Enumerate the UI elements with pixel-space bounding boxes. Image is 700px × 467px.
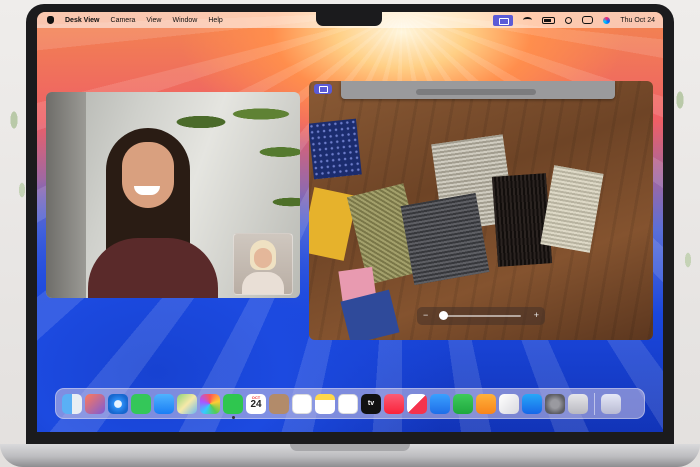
- app-store-icon[interactable]: [522, 393, 542, 414]
- messages-icon[interactable]: [131, 393, 151, 414]
- safari-icon[interactable]: [108, 393, 128, 414]
- iphone-mirroring-icon[interactable]: [499, 393, 519, 414]
- desk-view-icon[interactable]: [314, 84, 332, 94]
- menu-bar-clock[interactable]: Thu Oct 24: [620, 17, 655, 24]
- camera-in-use-icon[interactable]: [493, 14, 514, 26]
- apple-tv-icon[interactable]: tv: [361, 393, 381, 414]
- battery-icon[interactable]: [542, 16, 556, 24]
- news-icon[interactable]: [407, 393, 427, 414]
- zoom-knob[interactable]: [438, 311, 448, 320]
- laptop-base-notch: [290, 444, 410, 451]
- dock-separator: [594, 392, 595, 415]
- notes-icon[interactable]: [315, 393, 335, 414]
- zoom-track[interactable]: [439, 315, 521, 317]
- zoom-slider[interactable]: − +: [417, 307, 545, 325]
- launchpad-icon[interactable]: [85, 393, 105, 414]
- participant-face: [122, 142, 174, 208]
- keynote-icon[interactable]: [430, 393, 450, 414]
- remote-participant-video: [88, 128, 218, 298]
- facetime-window[interactable]: [46, 92, 300, 298]
- freeform-icon[interactable]: [338, 393, 358, 414]
- self-view-pip[interactable]: [233, 233, 293, 295]
- reminders-icon[interactable]: [292, 393, 312, 414]
- black-fabric-swatch: [491, 173, 553, 267]
- running-indicator: [232, 415, 235, 419]
- numbers-icon[interactable]: [453, 393, 473, 414]
- calendar-day: 24: [250, 398, 262, 410]
- facetime-dock-slot: [223, 393, 243, 419]
- screen: Desk View Camera View Window Help Thu Oc…: [37, 12, 663, 432]
- menu-window[interactable]: Window: [172, 17, 197, 24]
- photos-icon[interactable]: [200, 393, 220, 414]
- camera-notch: [316, 12, 382, 26]
- spotlight-search-icon[interactable]: [565, 16, 573, 24]
- menu-view[interactable]: View: [146, 17, 161, 24]
- maps-icon[interactable]: [177, 393, 197, 414]
- preview-icon[interactable]: [568, 393, 588, 414]
- apple-menu-icon[interactable]: [47, 16, 54, 24]
- dock: OCT 24 tv: [55, 388, 645, 419]
- zoom-out-button[interactable]: −: [423, 310, 428, 320]
- wifi-icon[interactable]: [523, 17, 533, 23]
- menu-help[interactable]: Help: [208, 17, 222, 24]
- background-wall: [46, 92, 86, 298]
- pages-icon[interactable]: [476, 393, 496, 414]
- self-view-face: [254, 248, 272, 268]
- zoom-in-button[interactable]: +: [534, 310, 539, 320]
- menu-app-name[interactable]: Desk View: [65, 17, 100, 24]
- desk-view-window[interactable]: − +: [309, 81, 653, 340]
- trash-icon[interactable]: [601, 393, 621, 414]
- gray-fabric-swatch: [400, 193, 490, 285]
- apple-tv-label: tv: [367, 400, 375, 407]
- system-settings-icon[interactable]: [545, 393, 565, 414]
- menu-camera[interactable]: Camera: [111, 17, 136, 24]
- blue-block: [309, 118, 362, 180]
- music-icon[interactable]: [384, 393, 404, 414]
- participant-body: [88, 238, 218, 298]
- calendar-icon[interactable]: OCT 24: [246, 393, 266, 414]
- cream-fabric-swatch: [540, 165, 604, 253]
- contacts-icon[interactable]: [269, 393, 289, 414]
- control-center-icon[interactable]: [582, 16, 594, 24]
- laptop-edge-overlay: [341, 81, 615, 99]
- facetime-icon[interactable]: [223, 393, 243, 414]
- mail-icon[interactable]: [154, 393, 174, 414]
- self-view-body: [242, 272, 284, 294]
- siri-icon[interactable]: [603, 16, 611, 24]
- finder-icon[interactable]: [62, 393, 82, 414]
